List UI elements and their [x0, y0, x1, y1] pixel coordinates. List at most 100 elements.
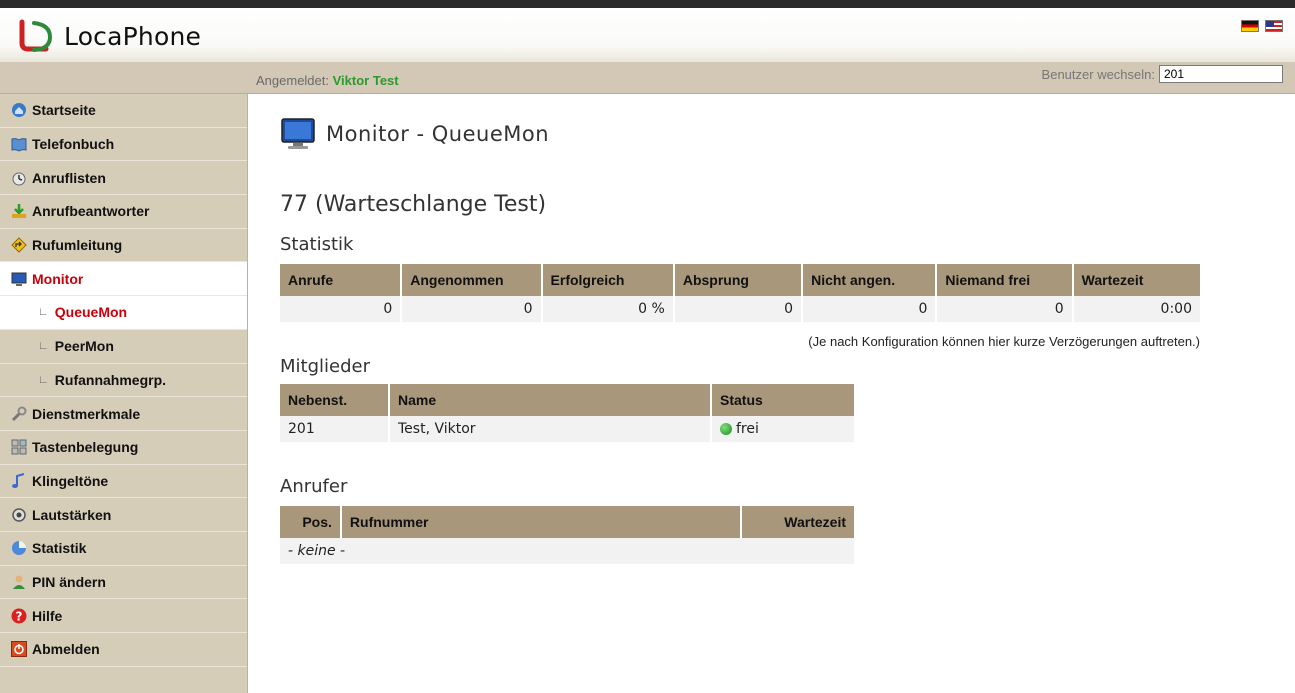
help-icon: ? — [10, 607, 28, 625]
monitor-icon — [10, 270, 28, 288]
statistics-icon — [10, 539, 28, 557]
locaphone-logo-icon — [19, 19, 53, 52]
voicemail-icon — [10, 202, 28, 220]
column-header: Anrufe — [280, 264, 401, 296]
sidebar-item-label: Anrufbeantworter — [32, 203, 150, 220]
sidebar-item-label: PIN ändern — [32, 573, 106, 590]
login-status: Angemeldet: Viktor Test — [256, 73, 399, 88]
sidebar-item-rufumleitung[interactable]: Rufumleitung — [0, 229, 247, 263]
sidebar-item-label: Dienstmerkmale — [32, 405, 141, 422]
table-header-row: Pos. Rufnummer Wartezeit — [280, 506, 854, 538]
app-name: LocaPhone — [64, 21, 202, 51]
redirect-icon — [10, 236, 28, 254]
sidebar-item-monitor[interactable]: Monitor — [0, 262, 247, 297]
sidebar-item-startseite[interactable]: Startseite — [0, 94, 247, 128]
user-bar: Angemeldet: Viktor Test Benutzer wechsel… — [0, 62, 1295, 94]
speaker-icon — [10, 506, 28, 524]
column-header: Angenommen — [402, 264, 541, 296]
anrufer-table: Pos. Rufnummer Wartezeit - keine - — [278, 506, 856, 564]
column-header: Absprung — [674, 264, 802, 296]
table-row: 0 0 0 % 0 0 0 0:00 — [280, 296, 1200, 322]
sidebar-item-peermon[interactable]: ∟ PeerMon — [0, 330, 247, 364]
top-bar: LocaPhone — [0, 0, 1295, 62]
home-icon — [10, 101, 28, 119]
column-header: Status — [712, 384, 854, 416]
switch-user-label: Benutzer wechseln: — [1041, 66, 1155, 82]
tree-branch-icon: ∟ — [38, 373, 49, 386]
wrench-icon — [10, 405, 28, 423]
table-cell: 0 — [402, 296, 541, 322]
logout-icon — [10, 640, 28, 658]
column-header: Rufnummer — [341, 506, 741, 538]
sidebar-item-abmelden[interactable]: Abmelden — [0, 633, 247, 667]
sidebar-item-label: Monitor — [32, 270, 84, 287]
sidebar-item-anruflisten[interactable]: Anruflisten — [0, 161, 247, 196]
table-header-row: Anrufe Angenommen Erfolgreich Absprung N… — [280, 264, 1200, 296]
de-flag-icon[interactable] — [1241, 20, 1259, 32]
sidebar-item-label: Startseite — [32, 102, 96, 119]
sidebar-item-statistik[interactable]: Statistik — [0, 532, 247, 566]
sidebar-item-dienstmerkmale[interactable]: Dienstmerkmale — [0, 397, 247, 431]
status-online-icon — [720, 423, 732, 435]
user-pin-icon — [10, 573, 28, 591]
column-header: Wartezeit — [1073, 264, 1200, 296]
page-header: Monitor - QueueMon — [280, 116, 549, 152]
status-text: frei — [736, 421, 759, 437]
member-extension: 201 — [280, 416, 388, 442]
sidebar-item-rufannahmegrp[interactable]: ∟ Rufannahmegrp. — [0, 364, 247, 398]
logged-in-user: Viktor Test — [332, 73, 399, 88]
music-note-icon — [10, 472, 28, 490]
sidebar-item-label: Klingeltöne — [32, 472, 109, 489]
table-cell: 0 — [674, 296, 802, 322]
table-row: 201 Test, Viktor frei — [280, 416, 854, 442]
sidebar-item-pin-aendern[interactable]: PIN ändern — [0, 566, 247, 600]
book-icon — [10, 135, 28, 153]
delay-note: (Je nach Konfiguration können hier kurze… — [808, 334, 1200, 349]
table-cell: 0 % — [542, 296, 673, 322]
table-header-row: Nebenst. Name Status — [280, 384, 854, 416]
tree-branch-icon: ∟ — [38, 340, 49, 353]
empty-placeholder: - keine - — [280, 538, 854, 564]
statistik-heading: Statistik — [280, 234, 354, 255]
sidebar-item-label: QueueMon — [54, 304, 128, 321]
sidebar-item-anrufbeantworter[interactable]: Anrufbeantworter — [0, 195, 247, 229]
column-header: Nicht angen. — [803, 264, 936, 296]
sidebar-item-label: Anruflisten — [32, 169, 106, 186]
statistik-table: Anrufe Angenommen Erfolgreich Absprung N… — [278, 264, 1202, 322]
monitor-icon — [281, 118, 315, 149]
sidebar-item-label: Lautstärken — [32, 506, 112, 523]
column-header: Niemand frei — [937, 264, 1072, 296]
page-title: Monitor - QueueMon — [326, 122, 550, 146]
sidebar-item-tastenbelegung[interactable]: Tastenbelegung — [0, 431, 247, 465]
login-label: Angemeldet: — [256, 73, 329, 88]
switch-user: Benutzer wechseln: — [1042, 65, 1283, 83]
column-header: Nebenst. — [280, 384, 388, 416]
queue-title: 77 (Warteschlange Test) — [280, 192, 547, 217]
sidebar-item-label: Statistik — [32, 540, 87, 557]
svg-text:?: ? — [16, 609, 23, 623]
member-name: Test, Viktor — [390, 416, 710, 442]
table-row: - keine - — [280, 538, 854, 564]
app-logo[interactable]: LocaPhone — [16, 18, 201, 54]
table-cell: 0:00 — [1073, 296, 1200, 322]
sidebar-item-klingeltoene[interactable]: Klingeltöne — [0, 465, 247, 499]
sidebar-item-label: Rufumleitung — [32, 237, 123, 254]
switch-user-input[interactable] — [1159, 65, 1283, 83]
column-header: Pos. — [280, 506, 340, 538]
us-flag-icon[interactable] — [1265, 20, 1283, 32]
column-header: Name — [390, 384, 710, 416]
sidebar-item-queuemon[interactable]: ∟ QueueMon — [0, 296, 247, 330]
sidebar-item-lautstaerken[interactable]: Lautstärken — [0, 498, 247, 532]
sidebar-item-label: Tastenbelegung — [32, 439, 139, 456]
sidebar: Startseite Telefonbuch Anruflisten Anruf… — [0, 94, 248, 693]
table-cell: 0 — [803, 296, 936, 322]
sidebar-item-hilfe[interactable]: ? Hilfe — [0, 599, 247, 633]
tree-branch-icon: ∟ — [38, 306, 49, 319]
column-header: Erfolgreich — [542, 264, 673, 296]
sidebar-item-label: Telefonbuch — [32, 136, 115, 153]
mitglieder-table: Nebenst. Name Status 201 Test, Viktor fr… — [278, 384, 856, 442]
sidebar-item-telefonbuch[interactable]: Telefonbuch — [0, 128, 247, 162]
table-cell: 0 — [937, 296, 1072, 322]
sidebar-item-label: PeerMon — [54, 338, 114, 355]
sidebar-item-label: Rufannahmegrp. — [54, 371, 167, 388]
